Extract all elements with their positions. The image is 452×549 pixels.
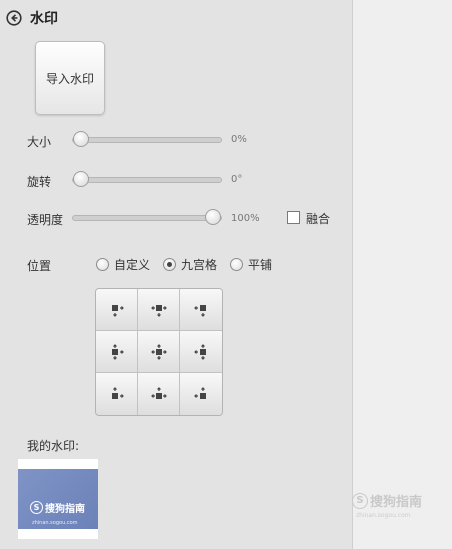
sogou-logo-icon: S bbox=[352, 492, 368, 509]
page-title: 水印 bbox=[30, 11, 58, 27]
align-middle-right-icon bbox=[194, 343, 206, 360]
watermark-thumbnail-image: S 搜狗指南 zhinan.sogou.com bbox=[18, 469, 98, 529]
size-slider-track[interactable] bbox=[72, 131, 222, 147]
position-radio-group: 自定义 九宫格 平铺 bbox=[96, 256, 285, 273]
radio-tile[interactable]: 平铺 bbox=[230, 256, 272, 273]
my-watermarks-label: 我的水印: bbox=[27, 439, 80, 453]
radio-label-nine-grid: 九宫格 bbox=[181, 258, 218, 272]
rotate-slider-track[interactable] bbox=[72, 171, 222, 187]
align-top-right-icon bbox=[194, 304, 206, 317]
size-label: 大小 bbox=[27, 135, 52, 149]
opacity-slider-track[interactable] bbox=[72, 209, 222, 225]
corner-watermark-brand: 搜狗指南 bbox=[370, 495, 423, 510]
grid-cell-bottom-center[interactable] bbox=[138, 373, 180, 415]
align-bottom-right-icon bbox=[194, 387, 206, 399]
align-top-left-icon bbox=[111, 304, 124, 317]
align-bottom-center-icon bbox=[150, 387, 167, 399]
radio-custom[interactable]: 自定义 bbox=[96, 256, 150, 273]
opacity-slider-thumb[interactable] bbox=[205, 209, 221, 225]
grid-cell-center[interactable] bbox=[138, 331, 180, 373]
opacity-label: 透明度 bbox=[27, 213, 64, 227]
grid-cell-middle-left[interactable] bbox=[96, 331, 138, 373]
opacity-value: 100% bbox=[231, 213, 260, 224]
size-value: 0% bbox=[231, 134, 247, 145]
grid-cell-middle-right[interactable] bbox=[180, 331, 222, 373]
grid-cell-top-right[interactable] bbox=[180, 289, 222, 331]
watermark-thumbnail[interactable]: S 搜狗指南 zhinan.sogou.com bbox=[18, 459, 98, 539]
radio-button-selected[interactable] bbox=[163, 258, 177, 271]
preview-area bbox=[353, 0, 452, 549]
radio-label-custom: 自定义 bbox=[114, 258, 151, 272]
position-label: 位置 bbox=[27, 259, 52, 273]
align-bottom-left-icon bbox=[111, 387, 124, 399]
align-top-center-icon bbox=[150, 304, 167, 317]
sogou-logo-icon: S bbox=[30, 501, 43, 514]
radio-button[interactable] bbox=[96, 258, 109, 271]
panel-header: 水印 bbox=[6, 8, 58, 28]
import-watermark-button[interactable]: 导入水印 bbox=[35, 41, 105, 115]
grid-cell-top-left[interactable] bbox=[96, 289, 138, 331]
blend-label: 融合 bbox=[306, 212, 331, 226]
size-slider-thumb[interactable] bbox=[73, 131, 89, 147]
rotate-slider-thumb[interactable] bbox=[73, 171, 89, 187]
back-arrow-circle-icon[interactable] bbox=[6, 10, 22, 26]
corner-watermark: S 搜狗指南 bbox=[352, 491, 422, 510]
rotate-value: 0° bbox=[231, 174, 243, 185]
radio-button[interactable] bbox=[230, 258, 244, 271]
radio-label-tile: 平铺 bbox=[248, 258, 273, 272]
align-middle-left-icon bbox=[111, 343, 124, 360]
grid-cell-bottom-right[interactable] bbox=[180, 373, 222, 415]
grid-cell-top-center[interactable] bbox=[138, 289, 180, 331]
grid-cell-bottom-left[interactable] bbox=[96, 373, 138, 415]
thumbnail-url: zhinan.sogou.com bbox=[32, 520, 78, 526]
watermark-panel: 水印 导入水印 大小 0% 旋转 0° 透明度 100% 融合 位置 自定义 九… bbox=[0, 0, 353, 549]
radio-nine-grid[interactable]: 九宫格 bbox=[163, 256, 217, 273]
rotate-label: 旋转 bbox=[27, 175, 52, 189]
corner-watermark-url: zhinan.sogou.com bbox=[356, 512, 411, 519]
thumbnail-brand-text: 搜狗指南 bbox=[45, 504, 85, 515]
align-center-icon bbox=[150, 343, 167, 360]
blend-checkbox[interactable] bbox=[287, 211, 300, 224]
position-grid bbox=[95, 288, 223, 416]
thumbnail-brand: S 搜狗指南 bbox=[30, 500, 85, 515]
